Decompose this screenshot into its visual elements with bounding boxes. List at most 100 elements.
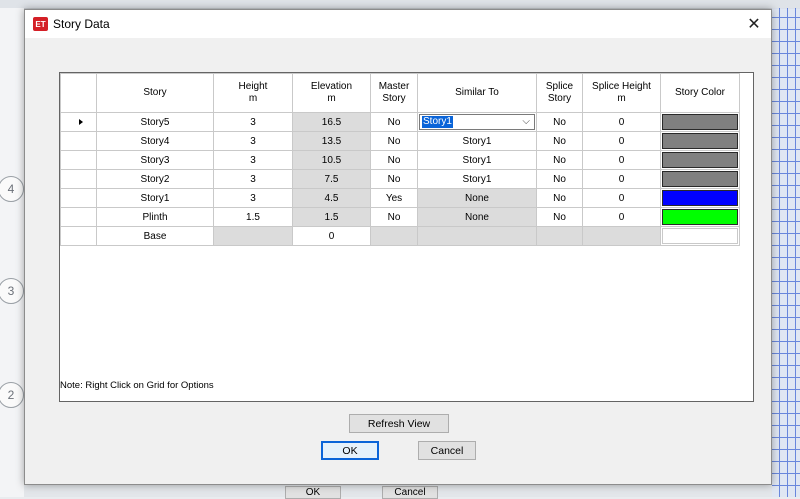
story-cell[interactable]: Plinth: [96, 207, 214, 227]
story-cell[interactable]: Base: [96, 226, 214, 246]
splice-height-cell[interactable]: 0: [582, 207, 661, 227]
etabs-app-icon: ET: [33, 17, 48, 31]
color-swatch[interactable]: [662, 190, 738, 206]
table-row[interactable]: Story3 3 10.5 No Story1 No 0: [60, 150, 740, 170]
row-selector[interactable]: [60, 150, 97, 170]
story-color-cell[interactable]: [660, 226, 740, 246]
refresh-view-button[interactable]: Refresh View: [349, 414, 449, 433]
similar-to-cell[interactable]: Story1: [417, 150, 537, 170]
similar-to-cell[interactable]: Story1: [417, 131, 537, 151]
col-header-master-story[interactable]: Master Story: [370, 73, 418, 113]
elevation-cell: 1.5: [292, 207, 371, 227]
current-row-arrow-icon: [79, 118, 83, 125]
splice-story-cell[interactable]: No: [536, 150, 583, 170]
color-swatch[interactable]: [662, 152, 738, 168]
master-story-cell[interactable]: No: [370, 150, 418, 170]
story-cell[interactable]: Story1: [96, 188, 214, 208]
table-row[interactable]: Story5 3 16.5 No Story1 ⌵ No 0: [60, 112, 740, 132]
story-color-cell[interactable]: [660, 131, 740, 151]
story-color-cell[interactable]: [660, 207, 740, 227]
master-story-cell[interactable]: No: [370, 131, 418, 151]
color-swatch[interactable]: [662, 114, 738, 130]
color-swatch[interactable]: [662, 133, 738, 149]
background-toolbar: [0, 0, 800, 9]
story-cell[interactable]: Story2: [96, 169, 214, 189]
splice-height-cell: [582, 226, 661, 246]
splice-height-cell[interactable]: 0: [582, 112, 661, 132]
elevation-cell: 13.5: [292, 131, 371, 151]
close-button[interactable]: ✕: [737, 10, 771, 38]
similar-to-cell: None: [417, 207, 537, 227]
elevation-cell[interactable]: 0: [292, 226, 371, 246]
master-story-cell: [370, 226, 418, 246]
similar-to-dropdown[interactable]: Story1 ⌵: [419, 114, 535, 130]
master-story-cell[interactable]: No: [370, 112, 418, 132]
color-swatch[interactable]: [662, 209, 738, 225]
height-cell[interactable]: 3: [213, 188, 293, 208]
row-selector[interactable]: [60, 207, 97, 227]
table-row[interactable]: Story4 3 13.5 No Story1 No 0: [60, 131, 740, 151]
table-row[interactable]: Base 0: [60, 226, 740, 246]
row-selector[interactable]: [60, 131, 97, 151]
master-story-cell[interactable]: No: [370, 207, 418, 227]
row-selector-current[interactable]: [60, 112, 97, 132]
color-swatch[interactable]: [662, 228, 738, 244]
col-header-story-color[interactable]: Story Color: [660, 73, 740, 113]
grid-bubble-2: 2: [0, 382, 24, 408]
height-cell: [213, 226, 293, 246]
splice-story-cell[interactable]: No: [536, 112, 583, 132]
height-cell[interactable]: 3: [213, 112, 293, 132]
cancel-button[interactable]: Cancel: [418, 441, 476, 460]
splice-story-cell[interactable]: No: [536, 207, 583, 227]
story-color-cell[interactable]: [660, 169, 740, 189]
story-color-cell[interactable]: [660, 150, 740, 170]
story-data-grid[interactable]: Story Height m Elevation m Master Story Sim…: [59, 72, 754, 402]
table-row[interactable]: Plinth 1.5 1.5 No None No 0: [60, 207, 740, 227]
elevation-cell: 10.5: [292, 150, 371, 170]
table-row[interactable]: Story1 3 4.5 Yes None No 0: [60, 188, 740, 208]
col-header-splice-story[interactable]: Splice Story: [536, 73, 583, 113]
story-table: Story Height m Elevation m Master Story Sim…: [60, 73, 740, 246]
table-row[interactable]: Story2 3 7.5 No Story1 No 0: [60, 169, 740, 189]
splice-story-cell[interactable]: No: [536, 169, 583, 189]
master-story-cell[interactable]: Yes: [370, 188, 418, 208]
similar-to-cell: [417, 226, 537, 246]
master-story-cell[interactable]: No: [370, 169, 418, 189]
splice-height-cell[interactable]: 0: [582, 150, 661, 170]
story-cell[interactable]: Story5: [96, 112, 214, 132]
chevron-down-icon[interactable]: ⌵: [522, 115, 530, 129]
similar-to-cell: None: [417, 188, 537, 208]
height-cell[interactable]: 3: [213, 150, 293, 170]
row-selector[interactable]: [60, 169, 97, 189]
height-cell[interactable]: 3: [213, 131, 293, 151]
story-cell[interactable]: Story3: [96, 150, 214, 170]
row-selector[interactable]: [60, 188, 97, 208]
grid-bubble-3: 3: [0, 278, 24, 304]
col-header-story[interactable]: Story: [96, 73, 214, 113]
similar-to-selected: Story1: [422, 116, 453, 128]
similar-to-cell[interactable]: Story1 ⌵: [417, 112, 537, 132]
story-cell[interactable]: Story4: [96, 131, 214, 151]
col-header-elevation[interactable]: Elevation m: [292, 73, 371, 113]
elevation-cell: 7.5: [292, 169, 371, 189]
splice-height-cell[interactable]: 0: [582, 169, 661, 189]
splice-story-cell[interactable]: No: [536, 131, 583, 151]
height-cell[interactable]: 3: [213, 169, 293, 189]
row-selector[interactable]: [60, 226, 97, 246]
dialog-titlebar: ET Story Data ✕: [25, 10, 771, 38]
background-plan-view: 4 3 2: [0, 8, 24, 497]
story-color-cell[interactable]: [660, 112, 740, 132]
splice-story-cell[interactable]: No: [536, 188, 583, 208]
splice-height-cell[interactable]: 0: [582, 188, 661, 208]
similar-to-cell[interactable]: Story1: [417, 169, 537, 189]
height-cell[interactable]: 1.5: [213, 207, 293, 227]
splice-height-cell[interactable]: 0: [582, 131, 661, 151]
col-header-splice-height[interactable]: Splice Height m: [582, 73, 661, 113]
color-swatch[interactable]: [662, 171, 738, 187]
dialog-title: Story Data: [53, 17, 110, 31]
background-cancel-button: Cancel: [382, 486, 438, 499]
col-header-similar-to[interactable]: Similar To: [417, 73, 537, 113]
ok-button[interactable]: OK: [321, 441, 379, 460]
story-color-cell[interactable]: [660, 188, 740, 208]
col-header-height[interactable]: Height m: [213, 73, 293, 113]
